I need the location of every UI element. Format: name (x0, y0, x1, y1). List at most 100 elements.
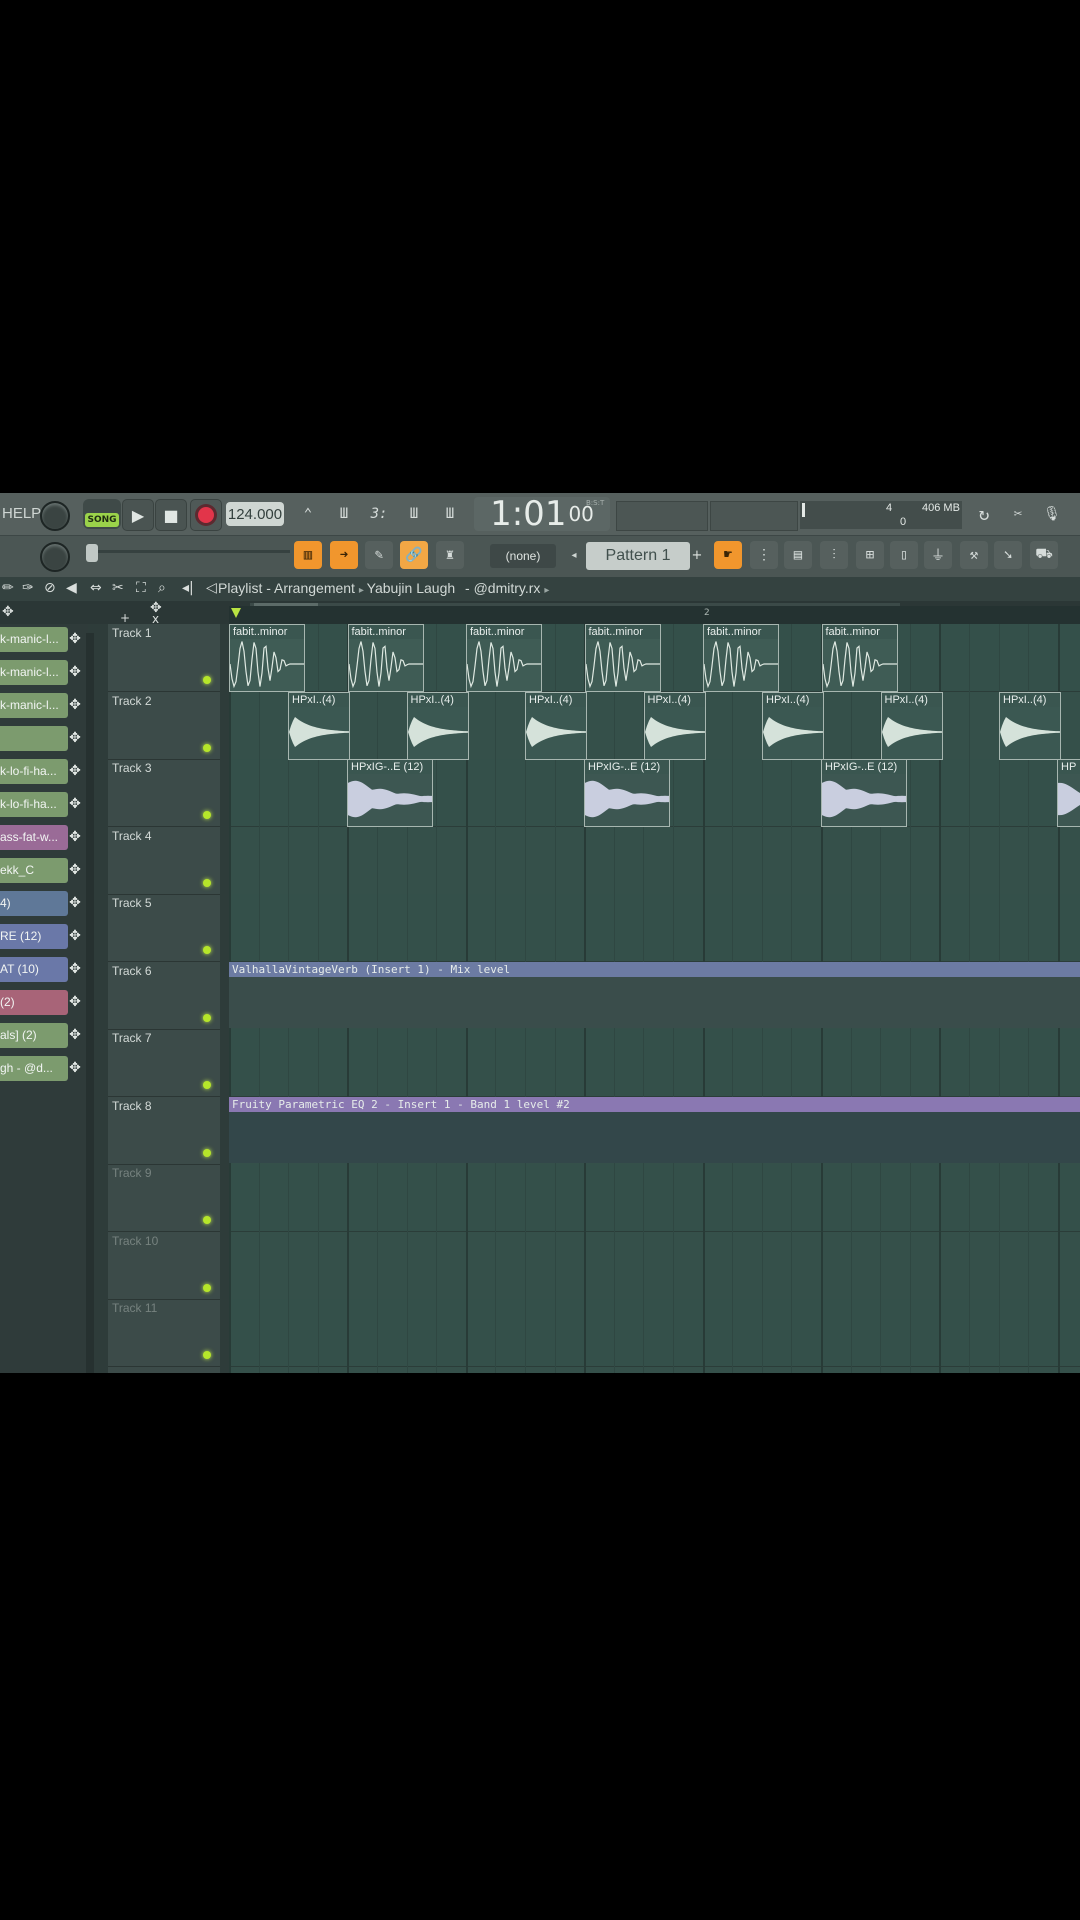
audio-clip[interactable]: HPxI..(4) (288, 691, 350, 760)
menu-help[interactable]: HELP (0, 501, 43, 525)
track-enable-led[interactable] (203, 1216, 211, 1224)
channel-item[interactable]: k-manic-l... ✥ (0, 660, 84, 685)
track-header[interactable]: Track 1 (108, 624, 220, 692)
channel-name[interactable]: k-manic-l... (0, 627, 68, 652)
refresh-icon[interactable]: ↻ (970, 500, 998, 528)
move-arrows-icon[interactable]: ✥ (68, 697, 82, 713)
file-icon[interactable]: ▯ (890, 541, 918, 569)
automation-envelope[interactable] (229, 1111, 1080, 1163)
move-arrows-icon[interactable]: ✥ (68, 1060, 82, 1076)
arrow-right-icon[interactable]: ➜ (330, 541, 358, 569)
channel-rack-icon[interactable]: ▤ (784, 541, 812, 569)
automation-envelope[interactable] (229, 976, 1080, 1028)
audio-clip[interactable]: HPxIG-..E (12) (347, 759, 433, 827)
track-header[interactable]: Track 9 (108, 1164, 220, 1232)
move-arrows-icon[interactable]: ✥ (68, 961, 82, 977)
channel-item[interactable]: k-lo-fi-ha... ✥ (0, 792, 84, 817)
track-header[interactable]: Track 6 (108, 962, 220, 1030)
playlist-icon[interactable]: ⋮ (750, 541, 778, 569)
channel-name[interactable]: ass-fat-w... (0, 825, 68, 850)
channel-name[interactable]: RE (12) (0, 924, 68, 949)
stop-icon[interactable]: ■ (155, 499, 187, 531)
audio-clip[interactable]: HPxI..(4) (880, 691, 943, 760)
track-header[interactable]: Track 5 (108, 894, 220, 962)
tools-icon[interactable]: ⚒ (960, 541, 988, 569)
brush-icon[interactable]: ✎ (365, 541, 393, 569)
pencil-icon[interactable]: ✏ (2, 580, 14, 596)
paint-icon[interactable]: ✑ (22, 580, 34, 596)
select-icon[interactable]: ⛶ (136, 580, 146, 596)
wait-input-icon[interactable]: Ш (330, 500, 358, 528)
track-enable-led[interactable] (203, 811, 211, 819)
playback-icon[interactable]: ◂| (182, 580, 194, 596)
link-icon[interactable]: 🔗 (400, 541, 428, 569)
channel-name[interactable]: als] (2) (0, 1023, 68, 1048)
prev-pattern-icon[interactable]: ◂ (570, 548, 578, 562)
track-enable-led[interactable] (203, 1283, 211, 1292)
channel-item[interactable]: k-manic-l... ✥ (0, 693, 84, 718)
master-volume-knob[interactable] (40, 501, 70, 531)
move-arrows-icon[interactable]: ✥ (2, 604, 14, 620)
mute-icon[interactable]: ◀ (66, 580, 77, 596)
channel-name[interactable]: k-manic-l... (0, 660, 68, 685)
track-enable-led[interactable] (203, 1351, 211, 1359)
vertical-scrollbar[interactable] (86, 633, 94, 1373)
move-arrows-icon[interactable]: ✥ (68, 829, 82, 845)
channel-item[interactable]: gh - @d... ✥ (0, 1056, 84, 1081)
track-lane[interactable] (229, 1299, 1080, 1367)
track-enable-led[interactable] (203, 946, 211, 954)
mixer-icon[interactable]: ⫶ (820, 541, 848, 569)
record-button[interactable] (190, 499, 222, 531)
move-arrows-icon[interactable]: ✥ (68, 730, 82, 746)
pattern-song-toggle[interactable]: SONG (83, 499, 121, 529)
track-lane[interactable] (229, 1232, 1080, 1300)
timeline-ruler[interactable]: 2 (229, 606, 1080, 624)
plugin-icon[interactable]: ⏚ (924, 541, 952, 569)
master-slider[interactable] (90, 550, 290, 553)
loop-record-icon[interactable]: Ш (436, 500, 464, 528)
channel-name[interactable]: 4) (0, 891, 68, 916)
add-pattern-icon[interactable]: + (690, 546, 704, 564)
track-header[interactable]: Track 2 (108, 692, 220, 760)
channel-name[interactable]: (2) (0, 990, 68, 1015)
channel-item[interactable]: RE (12) ✥ (0, 924, 84, 949)
track-enable-led[interactable] (203, 1081, 211, 1089)
channel-name[interactable]: ekk_C (0, 858, 68, 883)
window-menu-icon[interactable]: ◁ (206, 580, 217, 596)
master-slider-handle[interactable] (86, 544, 98, 562)
metronome-icon[interactable]: ⌃ (294, 500, 322, 528)
channel-item[interactable]: ✥ (0, 726, 84, 751)
delete-icon[interactable]: ⊘ (44, 580, 56, 596)
track-lane[interactable] (229, 1029, 1080, 1097)
move-arrows-icon[interactable]: ✥ (68, 895, 82, 911)
channel-name[interactable]: k-lo-fi-ha... (0, 792, 68, 817)
channel-item[interactable]: als] (2) ✥ (0, 1023, 84, 1048)
routing-icon[interactable]: ⊞ (856, 541, 884, 569)
move-arrows-icon[interactable]: ✥ (68, 928, 82, 944)
track-enable-led[interactable] (203, 743, 211, 752)
track-header[interactable]: Track 7 (108, 1029, 220, 1097)
pattern-selector[interactable]: Pattern 1 (586, 542, 690, 570)
audio-clip[interactable]: fabit..minor (821, 624, 898, 692)
piano-keys-icon[interactable]: ▥ (294, 541, 322, 569)
slip-icon[interactable]: ⇔ (90, 580, 102, 596)
track-header[interactable]: Track 3 (108, 759, 220, 827)
audio-clip[interactable]: HP (1057, 759, 1080, 827)
move-arrows-icon[interactable]: ✥ (68, 664, 82, 680)
slice-icon[interactable]: ✂ (112, 580, 124, 596)
track-enable-led[interactable] (203, 1148, 211, 1157)
channel-name[interactable]: k-manic-l... (0, 693, 68, 718)
audio-clip[interactable]: fabit..minor (584, 624, 661, 692)
track-lane[interactable] (229, 827, 1080, 895)
channel-item[interactable]: AT (10) ✥ (0, 957, 84, 982)
microphone-icon[interactable]: 🎙 (1038, 500, 1066, 528)
channel-name[interactable]: gh - @d... (0, 1056, 68, 1081)
track-lane[interactable] (229, 1164, 1080, 1232)
audio-clip[interactable]: HPxI..(4) (762, 691, 824, 760)
audio-clip[interactable]: HPxI..(4) (643, 691, 706, 760)
cut-icon[interactable]: ✂ (1004, 500, 1032, 528)
move-arrows-icon[interactable]: ✥ (68, 763, 82, 779)
channel-name[interactable]: AT (10) (0, 957, 68, 982)
automation-clip[interactable]: Fruity Parametric EQ 2 - Insert 1 - Band… (229, 1096, 1080, 1163)
playhead-marker-icon[interactable] (231, 608, 241, 618)
